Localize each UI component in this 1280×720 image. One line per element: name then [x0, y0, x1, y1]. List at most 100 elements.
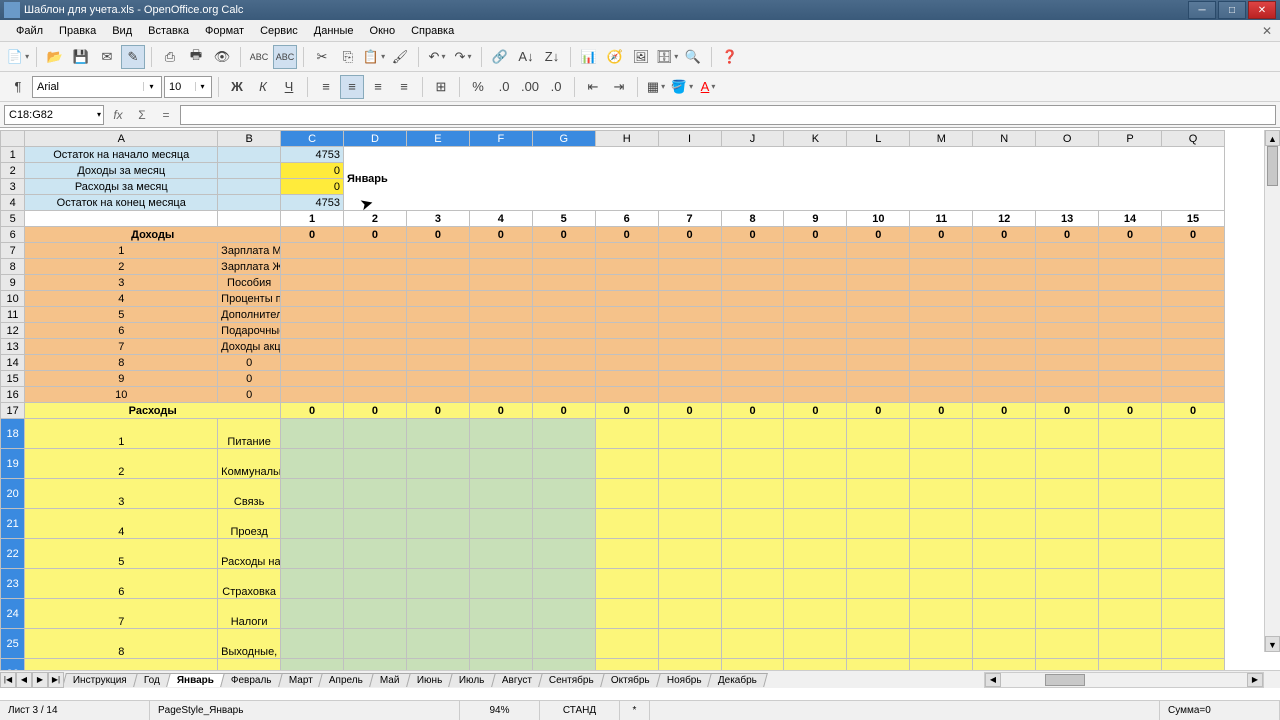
row-header[interactable]: 21	[1, 509, 25, 539]
cell[interactable]	[532, 629, 595, 659]
menu-edit[interactable]: Правка	[51, 23, 104, 39]
cell[interactable]	[973, 419, 1036, 449]
cell[interactable]	[406, 323, 469, 339]
cell[interactable]	[973, 355, 1036, 371]
cell[interactable]	[658, 659, 721, 671]
cell[interactable]	[344, 371, 407, 387]
vertical-scrollbar[interactable]: ▲ ▼	[1264, 130, 1280, 652]
cell[interactable]	[344, 509, 407, 539]
cell[interactable]	[1162, 339, 1225, 355]
cell[interactable]	[406, 355, 469, 371]
cell[interactable]	[25, 211, 218, 227]
cell[interactable]	[406, 659, 469, 671]
cell[interactable]	[281, 275, 344, 291]
cell[interactable]	[595, 387, 658, 403]
cell[interactable]	[784, 339, 847, 355]
cell[interactable]	[532, 291, 595, 307]
row-header[interactable]: 1	[1, 147, 25, 163]
cell[interactable]	[847, 307, 910, 323]
cell[interactable]	[784, 323, 847, 339]
cell[interactable]	[721, 291, 784, 307]
cell[interactable]	[721, 419, 784, 449]
cell[interactable]	[344, 387, 407, 403]
align-right-button[interactable]: ≡	[366, 75, 390, 99]
expense-item[interactable]: Накопления	[218, 659, 281, 671]
cell[interactable]	[973, 599, 1036, 629]
expense-total[interactable]: 0	[721, 403, 784, 419]
cell[interactable]	[1099, 479, 1162, 509]
cell[interactable]	[721, 243, 784, 259]
day-header[interactable]: 9	[784, 211, 847, 227]
cell[interactable]	[281, 307, 344, 323]
cell[interactable]	[847, 291, 910, 307]
summary-value[interactable]: 0	[281, 179, 344, 195]
row-header[interactable]: 12	[1, 323, 25, 339]
cell[interactable]	[721, 307, 784, 323]
cell[interactable]	[1162, 419, 1225, 449]
cell[interactable]	[1162, 479, 1225, 509]
cell[interactable]	[281, 243, 344, 259]
day-header[interactable]: 3	[406, 211, 469, 227]
cell[interactable]	[910, 275, 973, 291]
income-item[interactable]: Подарочные	[218, 323, 281, 339]
cell[interactable]	[344, 659, 407, 671]
cell[interactable]	[658, 479, 721, 509]
cell[interactable]	[1162, 509, 1225, 539]
day-header[interactable]: 6	[595, 211, 658, 227]
col-header[interactable]: N	[973, 131, 1036, 147]
row-header[interactable]: 11	[1, 307, 25, 323]
cell[interactable]	[469, 599, 532, 629]
currency-button[interactable]: %	[466, 75, 490, 99]
cell[interactable]	[847, 243, 910, 259]
cell[interactable]	[1099, 387, 1162, 403]
cell[interactable]	[469, 539, 532, 569]
cell[interactable]	[973, 275, 1036, 291]
cell[interactable]	[973, 387, 1036, 403]
cell[interactable]	[721, 323, 784, 339]
cell[interactable]	[1162, 291, 1225, 307]
paste-button[interactable]: 📋▾	[362, 45, 386, 69]
cell[interactable]	[721, 355, 784, 371]
cell[interactable]	[406, 449, 469, 479]
row-header[interactable]: 10	[1, 291, 25, 307]
row-header[interactable]: 13	[1, 339, 25, 355]
income-total[interactable]: 0	[469, 227, 532, 243]
item-number[interactable]: 8	[25, 629, 218, 659]
cell[interactable]	[910, 629, 973, 659]
cell[interactable]	[532, 599, 595, 629]
col-header[interactable]: Q	[1162, 131, 1225, 147]
align-left-button[interactable]: ≡	[314, 75, 338, 99]
item-number[interactable]: 3	[25, 479, 218, 509]
row-header[interactable]: 3	[1, 179, 25, 195]
cell[interactable]	[910, 659, 973, 671]
cell[interactable]	[721, 599, 784, 629]
cell[interactable]	[532, 275, 595, 291]
sum-button[interactable]: Σ	[132, 105, 152, 125]
cell[interactable]	[595, 479, 658, 509]
cell[interactable]	[1036, 387, 1099, 403]
item-number[interactable]: 6	[25, 569, 218, 599]
cell[interactable]	[784, 419, 847, 449]
sheet-tab[interactable]: Январь	[166, 673, 225, 687]
grid[interactable]: ABCDEFGHIJKLMNOPQ1Остаток на начало меся…	[0, 130, 1280, 670]
new-button[interactable]: 📄▾	[6, 45, 30, 69]
income-item[interactable]: 0	[218, 355, 281, 371]
item-number[interactable]: 1	[25, 419, 218, 449]
cell[interactable]	[532, 387, 595, 403]
income-item[interactable]: 0	[218, 387, 281, 403]
col-header[interactable]: F	[469, 131, 532, 147]
cell[interactable]	[784, 355, 847, 371]
cell[interactable]	[847, 259, 910, 275]
cell[interactable]	[532, 371, 595, 387]
cell[interactable]	[973, 291, 1036, 307]
zoom-button[interactable]: 🔍	[681, 45, 705, 69]
menu-file[interactable]: Файл	[8, 23, 51, 39]
cell[interactable]	[595, 259, 658, 275]
cell[interactable]	[469, 339, 532, 355]
cell[interactable]	[910, 307, 973, 323]
cell[interactable]	[1162, 259, 1225, 275]
cell[interactable]	[1162, 387, 1225, 403]
cell[interactable]	[910, 599, 973, 629]
cell[interactable]	[910, 419, 973, 449]
cell[interactable]	[784, 291, 847, 307]
